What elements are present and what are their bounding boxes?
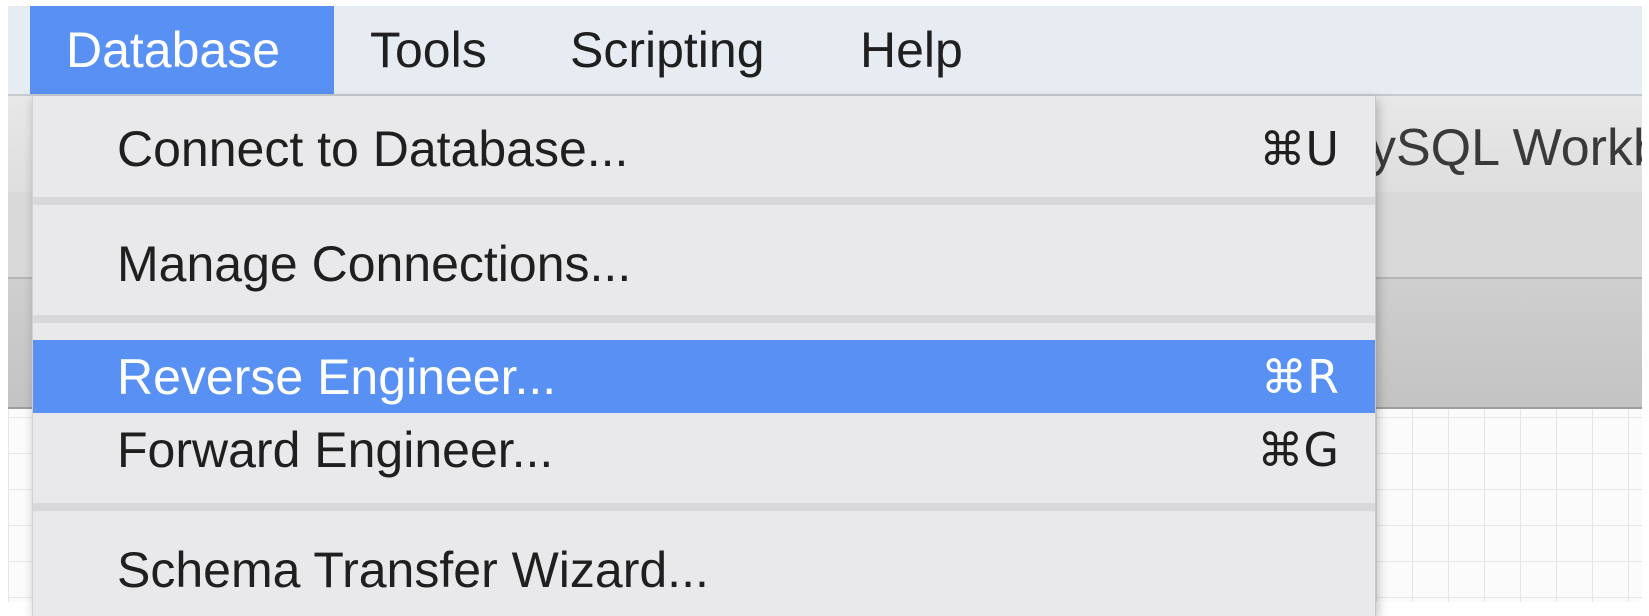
shortcut-label: ⌘R xyxy=(1261,349,1339,404)
menu-separator xyxy=(33,315,1375,323)
menu-database[interactable]: Database xyxy=(30,6,334,94)
menu-item-label: Schema Transfer Wizard... xyxy=(117,542,709,598)
shortcut-label: ⌘G xyxy=(1257,422,1339,477)
menu-separator xyxy=(33,503,1375,511)
window-title: ySQL Workb xyxy=(1370,119,1642,177)
menu-item-reverse-engineer[interactable]: Reverse Engineer... ⌘R xyxy=(33,340,1375,413)
menu-help[interactable]: Help xyxy=(824,6,1014,94)
menu-tools[interactable]: Tools xyxy=(334,6,534,94)
menu-scripting[interactable]: Scripting xyxy=(534,6,824,94)
menu-separator xyxy=(33,197,1375,205)
menu-item-label: Connect to Database... xyxy=(117,120,629,177)
menu-item-connect-to-database[interactable]: Connect to Database... ⌘U xyxy=(33,96,1375,201)
menu-item-manage-connections[interactable]: Manage Connections... xyxy=(33,208,1375,319)
menu-item-schema-transfer-wizard[interactable]: Schema Transfer Wizard... xyxy=(33,516,1375,606)
database-dropdown-menu: Connect to Database... ⌘U Manage Connect… xyxy=(32,96,1376,616)
menu-item-label: Reverse Engineer... xyxy=(117,348,557,405)
menu-item-label: Forward Engineer... xyxy=(117,421,554,478)
menu-bar: Database Tools Scripting Help xyxy=(8,6,1642,96)
menu-item-forward-engineer[interactable]: Forward Engineer... ⌘G xyxy=(33,413,1375,486)
shortcut-label: ⌘U xyxy=(1259,121,1339,176)
menu-item-label: Manage Connections... xyxy=(117,235,632,292)
